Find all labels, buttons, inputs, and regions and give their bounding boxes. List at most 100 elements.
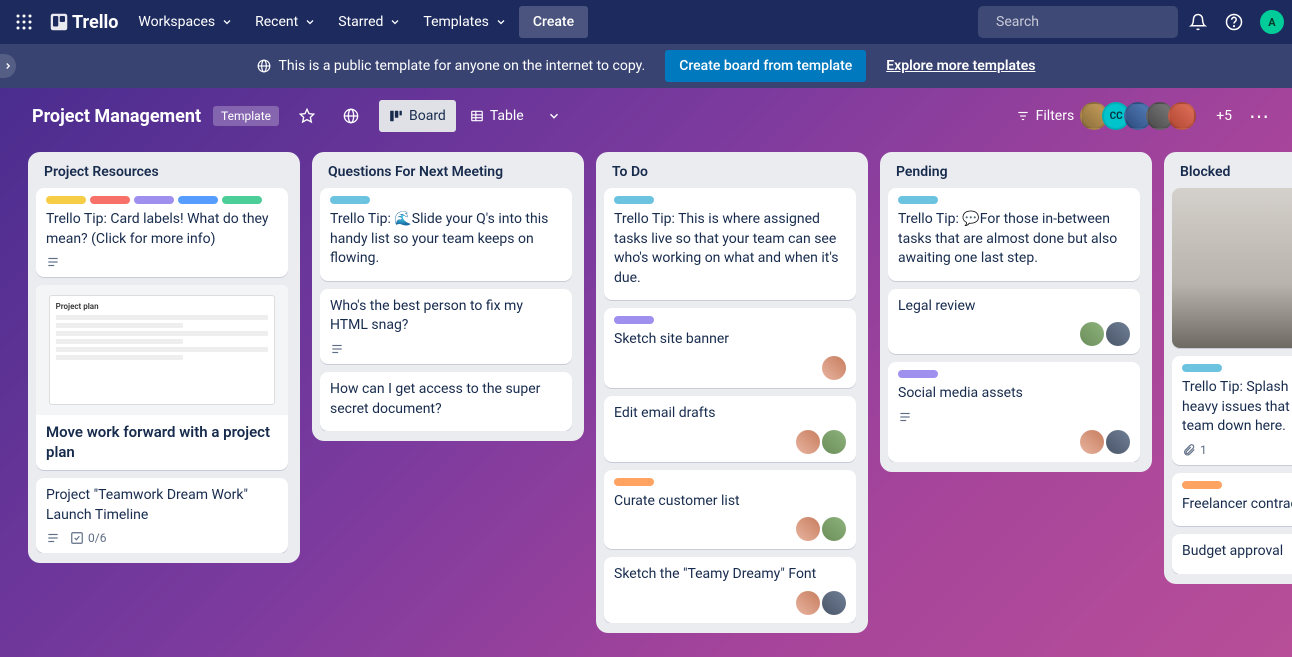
label-orange[interactable] <box>1182 481 1222 489</box>
card[interactable]: Who's the best person to fix my HTML sna… <box>320 289 572 364</box>
label-sky[interactable] <box>330 196 370 204</box>
chevron-down-icon <box>495 16 507 28</box>
star-icon[interactable] <box>291 100 323 132</box>
member-overflow-count[interactable]: +5 <box>1216 108 1232 124</box>
card[interactable]: Freelancer contracts <box>1172 473 1292 527</box>
notifications-icon[interactable] <box>1182 6 1214 38</box>
label-sky[interactable] <box>898 196 938 204</box>
card-title: Trello Tip: Splash those redtape-heavy i… <box>1182 378 1292 437</box>
list-cards: Trello Tip: 💬For those in-between tasks … <box>888 188 1144 462</box>
apps-switcher-icon[interactable] <box>8 6 40 38</box>
board-canvas[interactable]: Project ResourcesTrello Tip: Card labels… <box>0 144 1292 657</box>
list-title[interactable]: Questions For Next Meeting <box>320 162 576 188</box>
list-cards: Trello Tip: 🌊Slide your Q's into this ha… <box>320 188 576 431</box>
search-input[interactable] <box>996 14 1174 30</box>
card[interactable]: How can I get access to the super secret… <box>320 372 572 431</box>
card[interactable]: Trello Tip: 🌊Slide your Q's into this ha… <box>320 188 572 281</box>
member-avatar[interactable] <box>1106 430 1130 454</box>
card-title: Freelancer contracts <box>1182 495 1292 515</box>
card-cover <box>1172 188 1292 348</box>
card-labels <box>614 478 846 486</box>
list-title[interactable]: To Do <box>604 162 860 188</box>
board-menu-icon[interactable]: ⋯ <box>1244 100 1276 132</box>
list-title[interactable]: Project Resources <box>36 162 292 188</box>
description-icon <box>898 410 912 424</box>
label-sky[interactable] <box>1182 364 1222 372</box>
member-avatar[interactable] <box>1080 322 1104 346</box>
card[interactable]: Budget approval <box>1172 534 1292 574</box>
card-labels <box>1182 481 1292 489</box>
card-title: Trello Tip: This is where assigned tasks… <box>614 210 846 288</box>
filters-button[interactable]: Filters <box>1016 108 1075 124</box>
label-yellow[interactable] <box>46 196 86 204</box>
label-sky[interactable] <box>614 196 654 204</box>
card-labels <box>898 370 1130 378</box>
member-avatar[interactable] <box>1080 430 1104 454</box>
card-labels <box>898 196 1130 204</box>
member-avatar[interactable] <box>822 430 846 454</box>
card[interactable]: Sketch the "Teamy Dreamy" Font <box>604 557 856 623</box>
label-purple[interactable] <box>898 370 938 378</box>
nav-workspaces[interactable]: Workspaces <box>128 6 243 38</box>
label-green[interactable] <box>222 196 262 204</box>
member-avatar[interactable] <box>1168 102 1196 130</box>
card-title: Social media assets <box>898 384 1130 404</box>
card-members <box>898 322 1130 346</box>
label-blue[interactable] <box>178 196 218 204</box>
card[interactable]: Social media assets <box>888 362 1140 462</box>
list-title[interactable]: Pending <box>888 162 1144 188</box>
label-purple[interactable] <box>614 316 654 324</box>
sidebar-expand-button[interactable] <box>0 54 16 78</box>
board-header: Project Management Template Board Table … <box>0 88 1292 144</box>
label-red[interactable] <box>90 196 130 204</box>
nav-recent[interactable]: Recent <box>245 6 326 38</box>
description-icon <box>46 531 60 545</box>
list-title[interactable]: Blocked <box>1172 162 1292 188</box>
card[interactable]: Project planMove work forward with a pro… <box>36 285 288 470</box>
member-avatar[interactable] <box>796 591 820 615</box>
card[interactable]: Sketch site banner <box>604 308 856 388</box>
trello-logo[interactable]: Trello <box>42 12 126 33</box>
explore-templates-link[interactable]: Explore more templates <box>886 58 1035 74</box>
card-members <box>614 517 846 541</box>
card[interactable] <box>1172 188 1292 348</box>
label-orange[interactable] <box>614 478 654 486</box>
member-avatar[interactable] <box>796 517 820 541</box>
card[interactable]: Project "Teamwork Dream Work" Launch Tim… <box>36 478 288 553</box>
card[interactable]: Edit email drafts <box>604 396 856 462</box>
nav-starred[interactable]: Starred <box>328 6 411 38</box>
nav-templates[interactable]: Templates <box>413 6 517 38</box>
label-purple[interactable] <box>134 196 174 204</box>
create-from-template-button[interactable]: Create board from template <box>665 50 866 82</box>
brand-text: Trello <box>72 12 118 33</box>
user-avatar[interactable]: A <box>1260 10 1284 34</box>
board-members[interactable]: CC <box>1086 102 1196 130</box>
search-box[interactable] <box>978 6 1178 38</box>
card-title: Sketch site banner <box>614 330 846 350</box>
template-badge[interactable]: Template <box>213 106 279 126</box>
card[interactable]: Curate customer list <box>604 470 856 550</box>
card[interactable]: Trello Tip: This is where assigned tasks… <box>604 188 856 300</box>
member-avatar[interactable] <box>796 430 820 454</box>
card-labels <box>1182 364 1292 372</box>
view-dropdown-icon[interactable] <box>538 100 570 132</box>
member-avatar[interactable] <box>822 591 846 615</box>
member-avatar[interactable] <box>822 356 846 380</box>
description-icon <box>46 255 60 269</box>
card[interactable]: Legal review <box>888 289 1140 355</box>
card[interactable]: Trello Tip: Card labels! What do they me… <box>36 188 288 277</box>
card[interactable]: Trello Tip: 💬For those in-between tasks … <box>888 188 1140 281</box>
visibility-icon[interactable] <box>335 100 367 132</box>
list-cards: Trello Tip: Card labels! What do they me… <box>36 188 292 553</box>
create-button[interactable]: Create <box>519 6 588 38</box>
member-avatar[interactable] <box>1106 322 1130 346</box>
board-view-button[interactable]: Board <box>379 100 456 132</box>
card-labels <box>614 196 846 204</box>
checklist-badge: 0/6 <box>70 531 106 545</box>
card[interactable]: Trello Tip: Splash those redtape-heavy i… <box>1172 356 1292 465</box>
help-icon[interactable] <box>1218 6 1250 38</box>
banner-text: This is a public template for anyone on … <box>257 58 646 74</box>
member-avatar[interactable] <box>822 517 846 541</box>
table-view-button[interactable]: Table <box>460 100 534 132</box>
list: Project ResourcesTrello Tip: Card labels… <box>28 152 300 563</box>
